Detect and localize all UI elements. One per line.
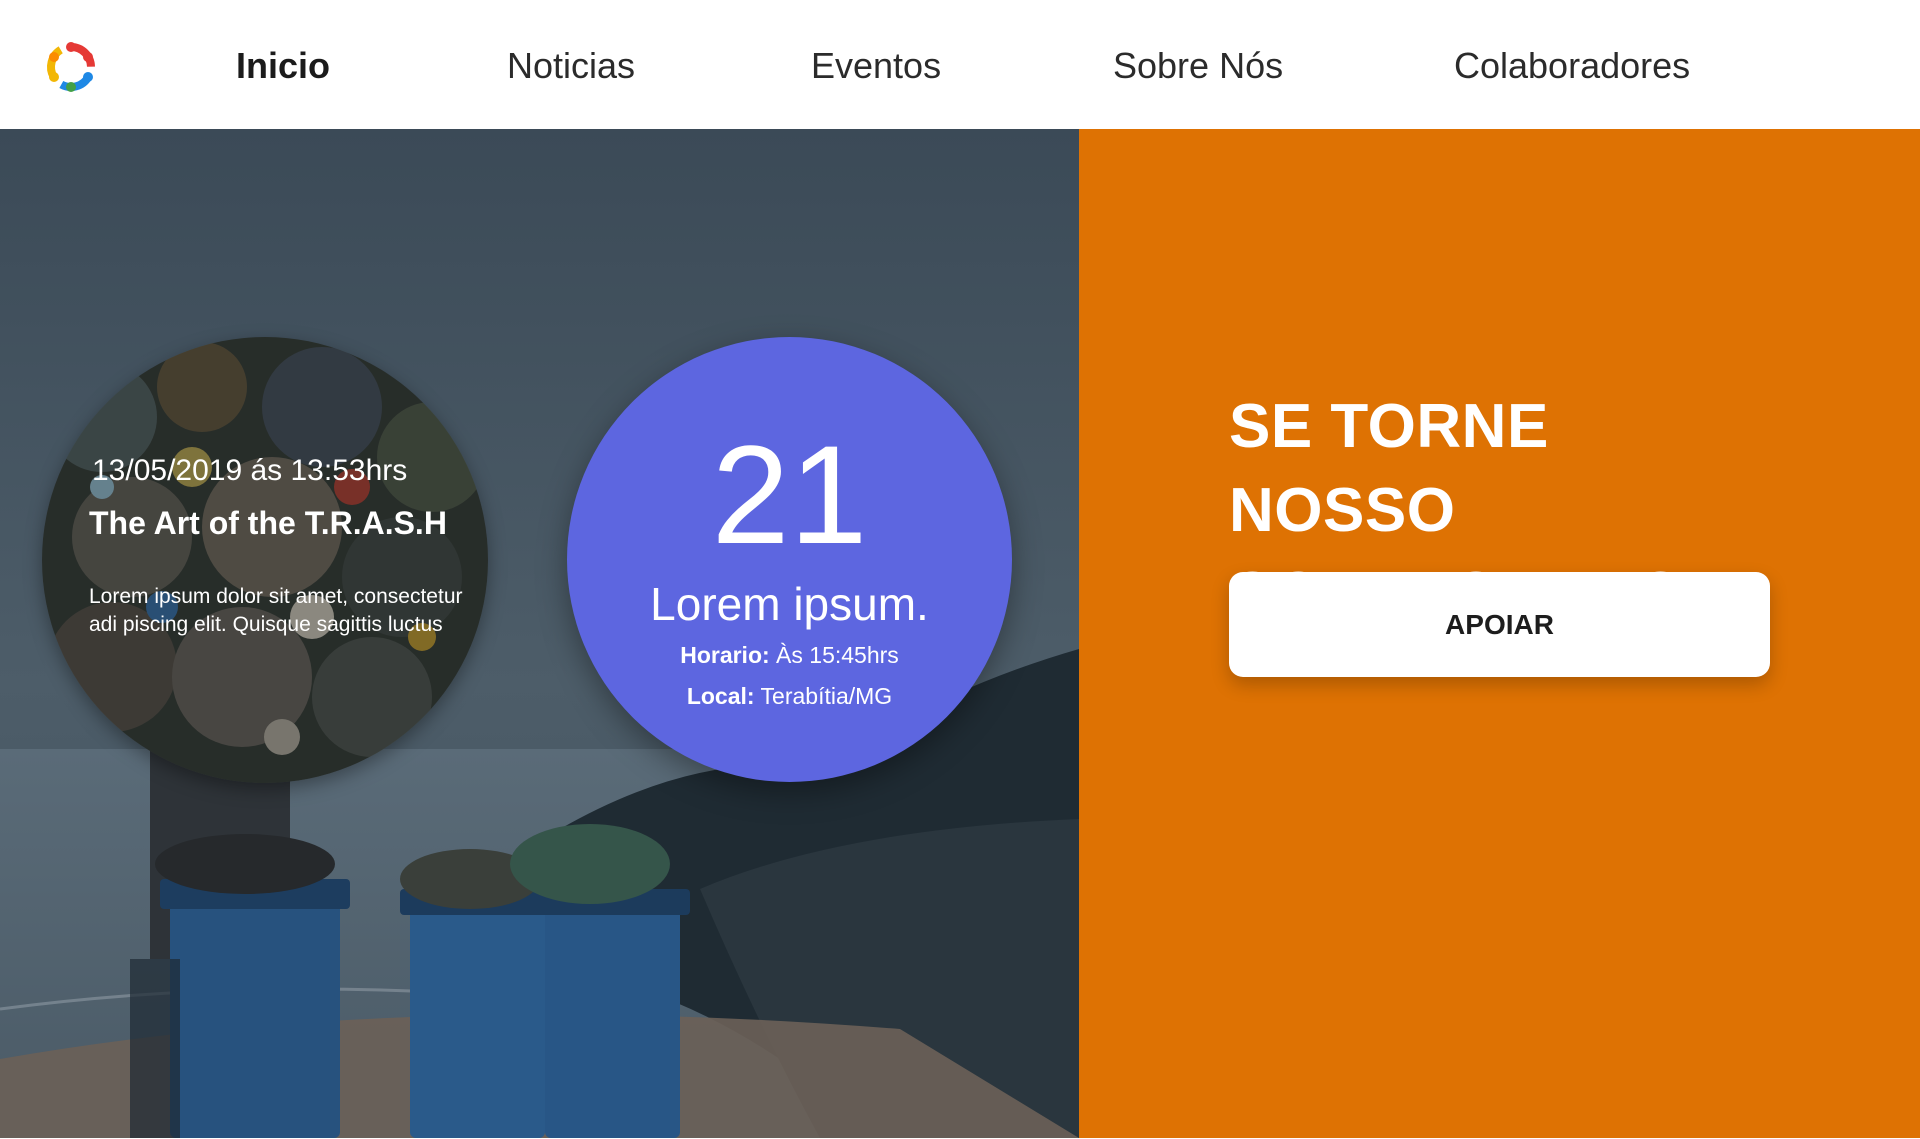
logo-icon[interactable] (42, 38, 100, 96)
nav-item-inicio[interactable]: Inicio (236, 44, 330, 88)
event-day-number: 21 (711, 416, 868, 573)
event-time-value: Às 15:45hrs (776, 642, 899, 668)
event-location: Local: Terabítia/MG (567, 681, 1012, 711)
event-time: Horario: Às 15:45hrs (567, 640, 1012, 670)
top-navbar: Inicio Noticias Eventos Sobre Nós Colabo… (0, 0, 1920, 129)
event-time-label: Horario: (680, 642, 770, 668)
nav-item-sobre-nos[interactable]: Sobre Nós (1113, 44, 1283, 88)
event-location-value: Terabítia/MG (760, 683, 893, 709)
event-day-title: Lorem ipsum. (650, 578, 929, 630)
apoiar-button[interactable]: APOIAR (1229, 572, 1770, 677)
event-location-label: Local: (686, 683, 755, 709)
event-title[interactable]: The Art of the T.R.A.S.H (89, 505, 447, 542)
cta-panel: SE TORNE NOSSO COLABORADOR APOIAR (1079, 129, 1920, 1138)
nav-item-eventos[interactable]: Eventos (811, 44, 941, 88)
hero-section: 13/05/2019 ás 13:53hrs The Art of the T.… (0, 129, 1079, 1138)
nav-item-colaboradores[interactable]: Colaboradores (1454, 44, 1690, 88)
nav-item-noticias[interactable]: Noticias (507, 44, 635, 88)
trash-pile-image (42, 337, 488, 783)
event-date: 13/05/2019 ás 13:53hrs (92, 454, 408, 487)
event-day-card[interactable]: 21 Lorem ipsum. Horario: Às 15:45hrs Loc… (567, 337, 1012, 782)
event-description: Lorem ipsum dolor sit amet, consectetur … (89, 585, 463, 636)
event-card[interactable] (42, 337, 488, 783)
